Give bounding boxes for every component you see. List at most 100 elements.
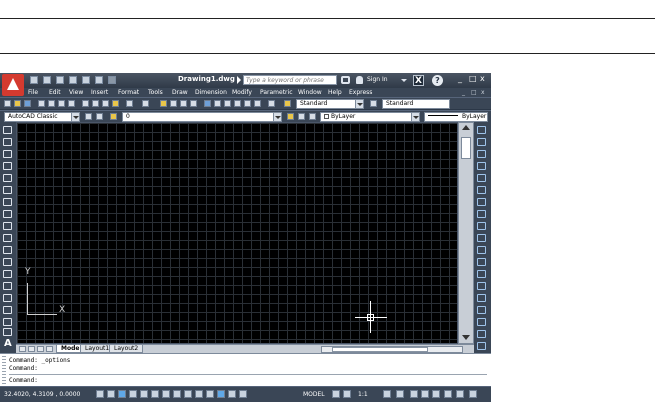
maximize-button[interactable]: □ xyxy=(469,74,477,83)
command-prompt[interactable]: Command: xyxy=(9,377,38,384)
erase-icon[interactable] xyxy=(477,126,486,134)
fillet-icon[interactable] xyxy=(477,306,486,314)
mirror-icon[interactable] xyxy=(477,150,486,158)
tool-palettes-icon[interactable] xyxy=(224,100,231,107)
doc-close-button[interactable]: x xyxy=(481,88,485,97)
open-icon[interactable] xyxy=(43,76,51,84)
help-book-icon[interactable] xyxy=(268,100,275,107)
workspace-switching-icon[interactable] xyxy=(410,390,418,398)
hatch-icon[interactable] xyxy=(3,294,12,302)
search-expand-icon[interactable] xyxy=(237,76,241,84)
sheet-set-icon[interactable] xyxy=(234,100,241,107)
polygon-icon[interactable] xyxy=(3,162,12,170)
scroll-down-icon[interactable] xyxy=(462,335,470,340)
insert-block-icon[interactable] xyxy=(3,258,12,266)
chevron-down-icon[interactable] xyxy=(411,113,419,121)
linetype-select[interactable]: ByLayer xyxy=(424,112,488,122)
horizontal-scroll-thumb[interactable] xyxy=(332,347,428,352)
model-space-button[interactable]: MODEL xyxy=(303,391,325,398)
blend-curves-icon[interactable] xyxy=(477,318,486,326)
layer-select[interactable]: 0 xyxy=(122,112,282,122)
copy-icon[interactable] xyxy=(92,100,99,107)
line-icon[interactable] xyxy=(3,126,12,134)
undo-arrow-icon[interactable] xyxy=(126,100,133,107)
minimize-button[interactable]: _ xyxy=(458,74,462,83)
first-tab-icon[interactable] xyxy=(19,346,26,352)
lock-ui-icon[interactable] xyxy=(421,390,429,398)
menu-view[interactable]: View xyxy=(69,88,83,97)
menu-modify[interactable]: Modify xyxy=(232,88,252,97)
doc-minimize-button[interactable]: _ xyxy=(462,88,465,97)
match-properties-icon[interactable] xyxy=(112,100,119,107)
application-menu-icon[interactable] xyxy=(2,74,24,96)
make-block-icon[interactable] xyxy=(3,270,12,278)
hardware-acceleration-icon[interactable] xyxy=(432,390,440,398)
text-style-select[interactable]: Standard xyxy=(296,99,364,109)
offset-icon[interactable] xyxy=(477,162,486,170)
chevron-down-icon[interactable] xyxy=(355,100,363,108)
next-tab-icon[interactable] xyxy=(37,346,44,352)
tab-layout2[interactable]: Layout2 xyxy=(109,345,144,353)
menu-format[interactable]: Format xyxy=(118,88,139,97)
close-button[interactable]: x xyxy=(480,74,485,83)
design-center-icon[interactable] xyxy=(214,100,221,107)
infer-constraints-toggle[interactable] xyxy=(96,390,104,398)
menu-edit[interactable]: Edit xyxy=(49,88,61,97)
scroll-up-icon[interactable] xyxy=(462,125,470,130)
snap-mode-toggle[interactable] xyxy=(107,390,115,398)
redo-icon[interactable] xyxy=(108,76,116,84)
quick-properties-toggle[interactable] xyxy=(228,390,236,398)
3d-dwf-icon[interactable] xyxy=(68,100,75,107)
quick-view-layouts-icon[interactable] xyxy=(332,390,340,398)
qnew-icon[interactable] xyxy=(4,100,11,107)
ellipse-arc-icon[interactable] xyxy=(3,246,12,254)
chevron-down-icon[interactable] xyxy=(273,113,281,121)
layer-properties-icon[interactable] xyxy=(110,113,117,120)
status-menu-icon[interactable] xyxy=(456,390,464,398)
zoom-previous-icon[interactable] xyxy=(190,100,197,107)
explode-icon[interactable] xyxy=(477,330,486,338)
spline-icon[interactable] xyxy=(3,222,12,230)
zoom-window-icon[interactable] xyxy=(180,100,187,107)
circle-icon[interactable] xyxy=(3,198,12,206)
rotate-icon[interactable] xyxy=(477,198,486,206)
horizontal-scrollbar[interactable] xyxy=(321,346,463,353)
arc-icon[interactable] xyxy=(3,186,12,194)
selection-cycling-toggle[interactable] xyxy=(239,390,247,398)
vertical-scroll-thumb[interactable] xyxy=(461,137,471,159)
transparency-toggle[interactable] xyxy=(217,390,225,398)
polar-tracking-toggle[interactable] xyxy=(140,390,148,398)
isolate-objects-icon[interactable] xyxy=(444,390,452,398)
extend-icon[interactable] xyxy=(477,246,486,254)
publish-icon[interactable] xyxy=(58,100,65,107)
lineweight-toggle[interactable] xyxy=(206,390,214,398)
make-current-icon[interactable] xyxy=(287,113,294,120)
menu-express[interactable]: Express xyxy=(349,88,372,97)
open-folder-icon[interactable] xyxy=(14,100,21,107)
exchange-icon[interactable]: X xyxy=(413,75,424,86)
menu-dimension[interactable]: Dimension xyxy=(195,88,227,97)
menu-help[interactable]: Help xyxy=(328,88,342,97)
construction-line-icon[interactable] xyxy=(3,138,12,146)
array-icon[interactable] xyxy=(477,174,486,182)
grid-display-toggle[interactable] xyxy=(118,390,126,398)
plot-icon[interactable] xyxy=(38,100,45,107)
chevron-down-icon[interactable] xyxy=(71,113,79,121)
save-icon[interactable] xyxy=(56,76,64,84)
save-as-icon[interactable] xyxy=(69,76,77,84)
stretch-icon[interactable] xyxy=(477,222,486,230)
quick-view-drawings-icon[interactable] xyxy=(343,390,351,398)
drawing-canvas[interactable]: Y X xyxy=(16,122,458,344)
plot-preview-icon[interactable] xyxy=(48,100,55,107)
sign-in-link[interactable]: Sign In xyxy=(367,76,388,83)
scale-icon[interactable] xyxy=(477,210,486,218)
polyline-icon[interactable] xyxy=(3,150,12,158)
3d-object-snap-toggle[interactable] xyxy=(162,390,170,398)
table-icon[interactable] xyxy=(3,328,12,336)
paste-icon[interactable] xyxy=(102,100,109,107)
save-disk-icon[interactable] xyxy=(24,100,31,107)
new-icon[interactable] xyxy=(30,76,38,84)
workspace-select[interactable]: AutoCAD Classic xyxy=(4,112,80,122)
cut-icon[interactable] xyxy=(82,100,89,107)
menu-draw[interactable]: Draw xyxy=(172,88,188,97)
